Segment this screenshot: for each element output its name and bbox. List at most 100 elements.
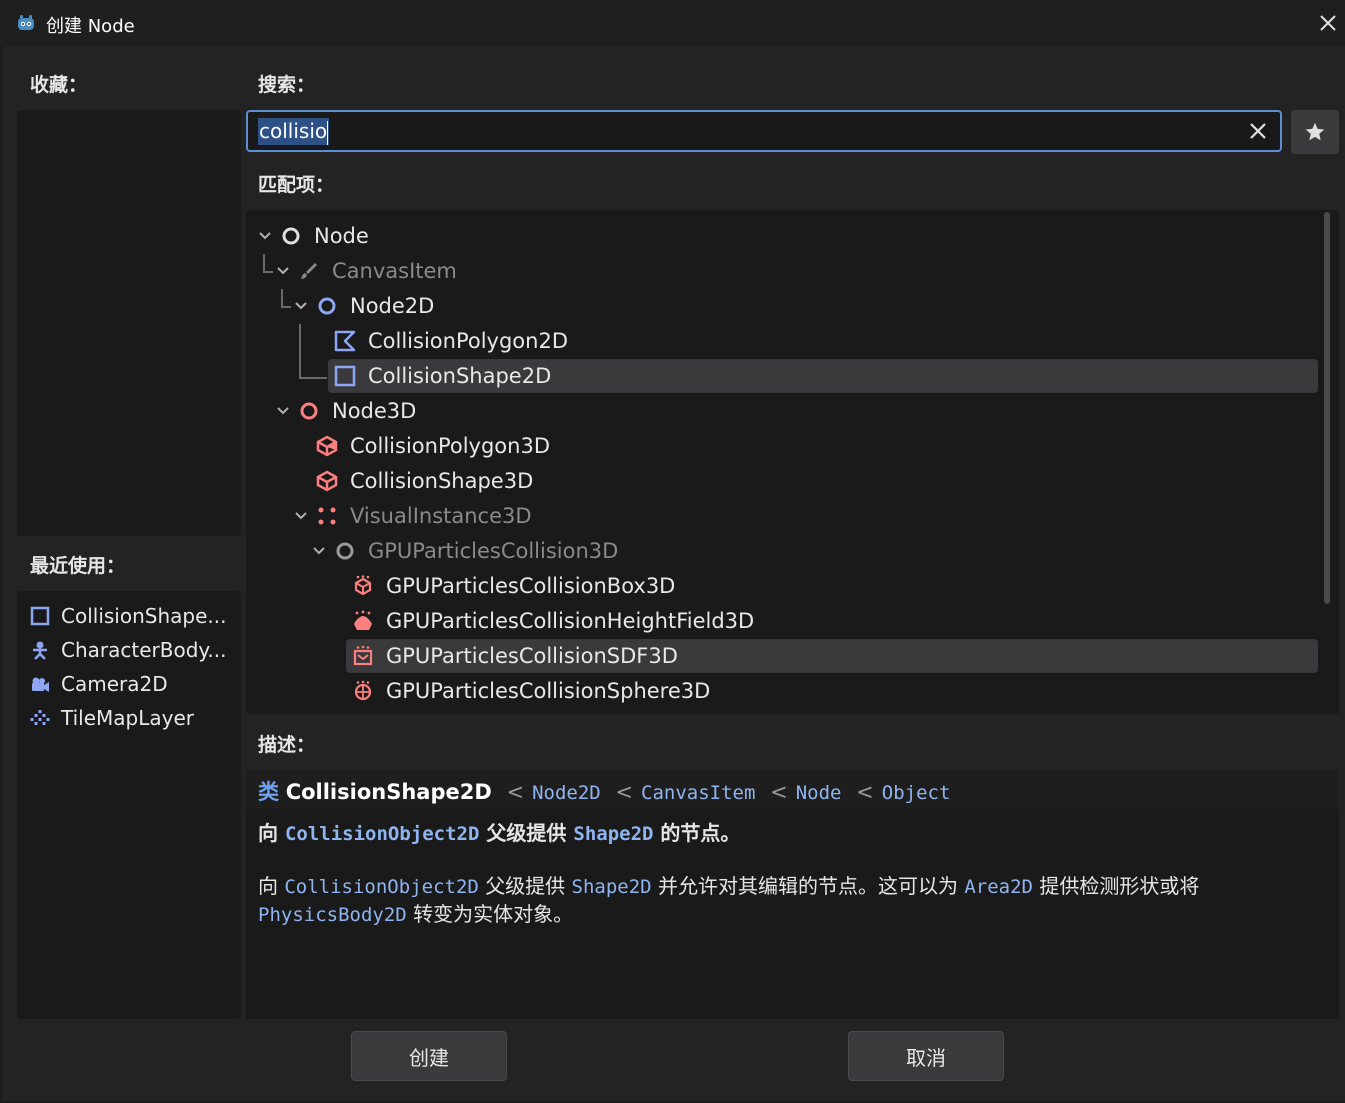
tree-item-canvasitem[interactable]: CanvasItem bbox=[298, 255, 457, 287]
tree-guide bbox=[281, 306, 291, 308]
gpu-collision-sphere-icon bbox=[352, 680, 374, 702]
visual-instance-3d-icon bbox=[316, 505, 338, 527]
inherit-link-node2d[interactable]: Node2D bbox=[532, 782, 601, 804]
camera-2d-icon bbox=[29, 673, 51, 695]
class-name: CollisionShape2D bbox=[285, 780, 492, 804]
link-shape2d[interactable]: Shape2D bbox=[572, 876, 652, 898]
recent-item-collision-shape[interactable]: CollisionShape... bbox=[17, 601, 239, 631]
brief-text: 向 bbox=[258, 821, 278, 845]
canvas-item-icon bbox=[298, 260, 320, 282]
description-body: 向 CollisionObject2D 父级提供 Shape2D 的节点。 向 … bbox=[246, 809, 1339, 1019]
favorites-label: 收藏： bbox=[30, 74, 88, 96]
tree-item-collisionshape3d[interactable]: CollisionShape3D bbox=[316, 465, 533, 497]
star-icon bbox=[1305, 122, 1325, 141]
collision-shape-3d-icon bbox=[316, 470, 338, 492]
chevron-down-icon[interactable] bbox=[276, 404, 290, 418]
matches-scrollbar[interactable] bbox=[1324, 212, 1330, 604]
node-2d-icon bbox=[316, 295, 338, 317]
tree-item-label: Node2D bbox=[350, 294, 435, 318]
collision-polygon-2d-icon bbox=[334, 330, 356, 352]
favorite-button[interactable] bbox=[1291, 110, 1339, 154]
character-body-icon bbox=[29, 639, 51, 661]
cancel-button[interactable]: 取消 bbox=[848, 1031, 1004, 1081]
chevron-down-icon[interactable] bbox=[294, 509, 308, 523]
recent-item-label: Camera2D bbox=[61, 672, 168, 696]
chevron-down-icon[interactable] bbox=[258, 229, 272, 243]
description-header: 类 CollisionShape2D < Node2D < CanvasItem <… bbox=[246, 769, 1339, 809]
gpu-collision-box-icon bbox=[352, 575, 374, 597]
recent-item-label: CharacterBody... bbox=[61, 638, 227, 662]
tree-item-label: CollisionShape3D bbox=[350, 469, 534, 493]
tree-item-gpuparticlescollisionheightfield3d[interactable]: GPUParticlesCollisionHeightField3D bbox=[352, 605, 754, 637]
link-collisionobject2d[interactable]: CollisionObject2D bbox=[285, 823, 479, 845]
tree-item-label: CollisionShape2D bbox=[368, 364, 552, 388]
long-text: 向 bbox=[258, 874, 278, 898]
class-kind: 类 bbox=[258, 780, 279, 804]
inherit-separator: < bbox=[506, 780, 525, 804]
description-long-line1: 向 CollisionObject2D 父级提供 Shape2D 并允许对其编辑… bbox=[258, 870, 1199, 899]
tree-item-label: CanvasItem bbox=[332, 259, 457, 283]
search-input[interactable]: collisio bbox=[246, 110, 1282, 152]
collision-polygon-3d-icon bbox=[316, 435, 338, 457]
tree-item-gpuparticlescollisionsdf3d[interactable]: GPUParticlesCollisionSDF3D bbox=[352, 640, 678, 672]
clear-search-icon[interactable] bbox=[1248, 121, 1268, 141]
chevron-down-icon[interactable] bbox=[276, 264, 290, 278]
link-shape2d[interactable]: Shape2D bbox=[573, 823, 653, 845]
tree-item-node3d[interactable]: Node3D bbox=[298, 395, 416, 427]
tree-item-label: GPUParticlesCollisionSphere3D bbox=[386, 679, 711, 703]
inherit-separator: < bbox=[615, 780, 633, 804]
link-area2d[interactable]: Area2D bbox=[964, 876, 1033, 898]
class-signature: 类 CollisionShape2D < Node2D < CanvasItem <… bbox=[258, 776, 950, 806]
tree-item-label: VisualInstance3D bbox=[350, 504, 532, 528]
search-label: 搜索： bbox=[258, 74, 316, 96]
inherit-link-object[interactable]: Object bbox=[882, 782, 951, 804]
tree-item-gpuparticlescollision3d[interactable]: GPUParticlesCollision3D bbox=[334, 535, 618, 567]
chevron-down-icon[interactable] bbox=[312, 544, 326, 558]
node-3d-icon bbox=[298, 400, 320, 422]
link-physicsbody2d[interactable]: PhysicsBody2D bbox=[258, 904, 407, 926]
tree-item-collisionpolygon2d[interactable]: CollisionPolygon2D bbox=[334, 325, 568, 357]
inherit-link-canvasitem[interactable]: CanvasItem bbox=[641, 782, 755, 804]
long-text: 并允许对其编辑的节点。这可以为 bbox=[657, 874, 958, 898]
collision-shape-2d-icon bbox=[334, 365, 356, 387]
long-text: 提供检测形状或将 bbox=[1039, 874, 1200, 898]
tree-item-label: CollisionPolygon3D bbox=[350, 434, 550, 458]
description-long-line2: PhysicsBody2D 转变为实体对象。 bbox=[258, 898, 573, 927]
gpu-particles-collision-3d-icon bbox=[334, 540, 356, 562]
description-label: 描述： bbox=[258, 734, 316, 756]
recent-item-character-body[interactable]: CharacterBody... bbox=[17, 635, 239, 665]
description-brief: 向 CollisionObject2D 父级提供 Shape2D 的节点。 bbox=[258, 817, 740, 846]
recent-item-camera2d[interactable]: Camera2D bbox=[17, 669, 239, 699]
tree-item-collisionshape2d[interactable]: CollisionShape2D bbox=[334, 360, 551, 392]
tree-guide bbox=[281, 289, 283, 307]
tree-item-gpuparticlescollisionsphere3d[interactable]: GPUParticlesCollisionSphere3D bbox=[352, 675, 710, 707]
favorites-list[interactable] bbox=[17, 110, 241, 536]
chevron-down-icon[interactable] bbox=[294, 299, 308, 313]
tree-item-node[interactable]: Node bbox=[280, 220, 369, 252]
tree-item-node2d[interactable]: Node2D bbox=[316, 290, 434, 322]
gpu-collision-heightfield-icon bbox=[352, 610, 374, 632]
matches-label: 匹配项： bbox=[258, 174, 335, 196]
brief-text: 的节点。 bbox=[660, 821, 741, 845]
tree-guide bbox=[299, 324, 301, 378]
search-input-value: collisio bbox=[258, 118, 330, 145]
window-title: 创建 Node bbox=[46, 16, 135, 37]
tree-item-gpuparticlescollisionbox3d[interactable]: GPUParticlesCollisionBox3D bbox=[352, 570, 675, 602]
close-icon[interactable] bbox=[1316, 11, 1340, 35]
gpu-collision-sdf-icon bbox=[352, 645, 374, 667]
text-caret bbox=[327, 120, 329, 145]
link-collisionobject2d[interactable]: CollisionObject2D bbox=[284, 876, 478, 898]
recent-item-label: CollisionShape... bbox=[61, 604, 227, 628]
tree-guide bbox=[299, 377, 327, 379]
brief-text: 父级提供 bbox=[486, 821, 567, 845]
recent-item-tilemaplayer[interactable]: TileMapLayer bbox=[17, 703, 239, 733]
tree-item-label: GPUParticlesCollisionBox3D bbox=[386, 574, 676, 598]
tree-item-visualinstance3d[interactable]: VisualInstance3D bbox=[316, 500, 532, 532]
create-button[interactable]: 创建 bbox=[351, 1031, 507, 1081]
inherit-link-node[interactable]: Node bbox=[796, 782, 842, 804]
tree-item-collisionpolygon3d[interactable]: CollisionPolygon3D bbox=[316, 430, 550, 462]
create-node-dialog: 创建 Node 收藏： 最近使用： CollisionShape... Char… bbox=[0, 0, 1345, 1103]
inherit-separator: < bbox=[856, 780, 874, 804]
recent-list: CollisionShape... CharacterBody... Camer… bbox=[17, 591, 241, 1019]
godot-logo-icon bbox=[18, 15, 34, 30]
